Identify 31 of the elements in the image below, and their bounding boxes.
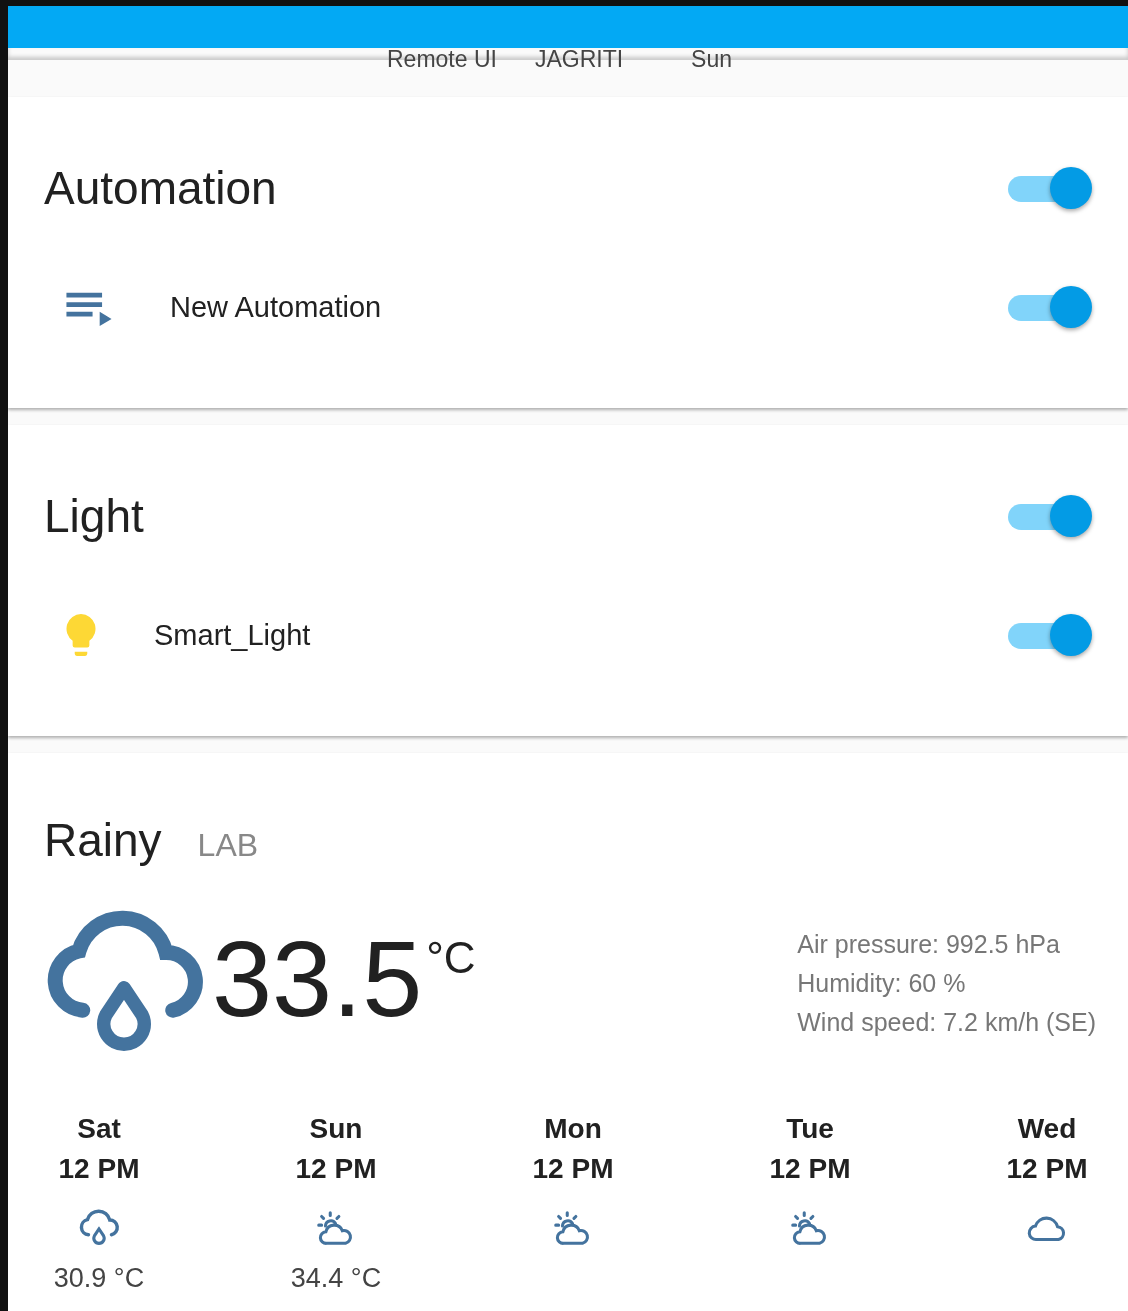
tab[interactable]: Remote UI xyxy=(383,48,501,71)
forecast-day: Tue xyxy=(786,1109,834,1149)
forecast-day: Sat xyxy=(77,1109,121,1149)
weather-attribute: Humidity: 60 % xyxy=(797,968,967,999)
tab[interactable]: JAGRITI xyxy=(530,48,628,71)
forecast-day: Wed xyxy=(1017,1109,1077,1149)
forecast-time: 12 PM xyxy=(1006,1152,1088,1186)
forecast-time: 12 PM xyxy=(58,1152,140,1186)
temperature-unit: °C xyxy=(426,933,476,983)
forecast-time: 12 PM xyxy=(769,1152,851,1186)
forecast-time: 12 PM xyxy=(295,1152,377,1186)
toggle-switch[interactable] xyxy=(1008,165,1092,211)
forecast-day: Mon xyxy=(544,1109,602,1149)
tab[interactable]: Sun xyxy=(687,48,737,71)
forecast-day: Sun xyxy=(309,1109,363,1149)
forecast-temperature: 34.4 °C xyxy=(290,1263,382,1294)
weather-attribute: Air pressure: 992.5 hPa xyxy=(797,929,1061,960)
toggle-switch[interactable] xyxy=(1008,493,1092,539)
entity-name: New Automation xyxy=(170,290,383,324)
toggle-switch[interactable] xyxy=(1008,284,1092,330)
forecast-time: 12 PM xyxy=(532,1152,614,1186)
weather-attribute: Wind speed: 7.2 km/h (SE) xyxy=(797,1007,1096,1038)
toggle-switch[interactable] xyxy=(1008,612,1092,658)
weather-condition: Rainy xyxy=(44,813,162,867)
location-name: LAB xyxy=(197,827,259,864)
forecast-temperature: 30.9 °C xyxy=(53,1263,145,1294)
card-title: Light xyxy=(44,489,144,543)
entity-name: Smart_Light xyxy=(154,618,312,652)
card-title: Automation xyxy=(44,161,277,215)
lightbulb-icon xyxy=(64,612,98,658)
temperature: 33.5 xyxy=(212,919,423,1039)
